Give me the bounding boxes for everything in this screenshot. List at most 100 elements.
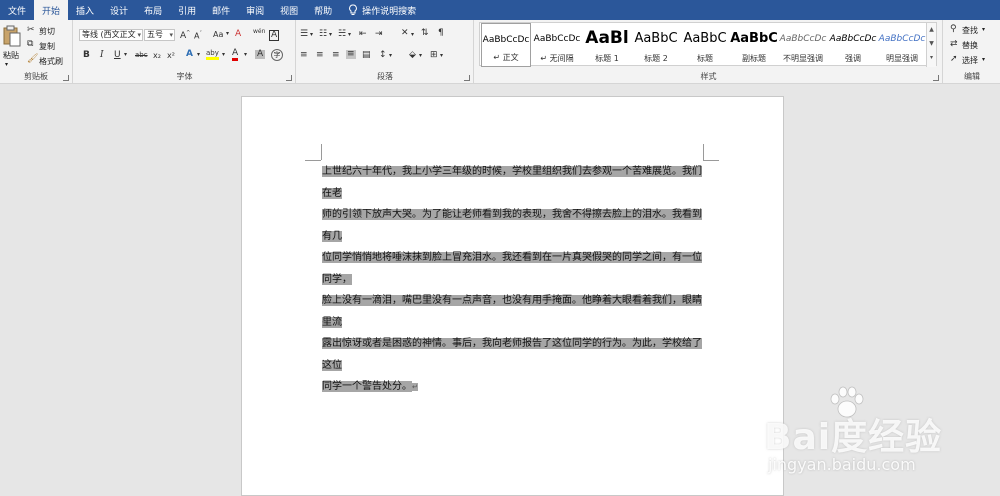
paste-icon[interactable]	[3, 25, 21, 47]
paste-button[interactable]: 粘贴	[3, 50, 19, 61]
gallery-up-icon[interactable]: ▲	[927, 23, 936, 37]
style-subtle-emphasis[interactable]: AaBbCcDc 不明显强调	[778, 23, 828, 67]
underline-dropdown-icon[interactable]: ▾	[124, 52, 127, 58]
select-button[interactable]: 选择	[962, 55, 978, 66]
distributed-icon[interactable]: ▤	[362, 51, 371, 60]
format-painter-button[interactable]: 格式刷	[39, 56, 63, 67]
change-case-button[interactable]: Aa	[213, 31, 223, 39]
shrink-font-icon[interactable]: Aˇ	[194, 32, 202, 41]
text-effects-icon[interactable]: A	[186, 50, 193, 59]
style-heading-1[interactable]: AaBl 标题 1	[582, 23, 632, 67]
ribbon: 粘贴 ▾ ✂ 剪切 ⧉ 复制 🖌 格式刷 剪贴板 等线 (西文正文 五号 A^ …	[0, 20, 1000, 84]
selected-text[interactable]: 同学一个警告处分。	[322, 381, 412, 392]
tab-references[interactable]: 引用	[170, 0, 204, 20]
selected-text[interactable]: 位同学悄悄地将唾沫抹到脸上冒充泪水。我还看到在一片真哭假哭的同学之间，有一位同学…	[322, 252, 702, 285]
tab-mailings[interactable]: 邮件	[204, 0, 238, 20]
copy-icon: ⧉	[27, 39, 34, 49]
italic-button[interactable]: I	[100, 51, 104, 60]
style-normal[interactable]: AaBbCcDc ↵ 正文	[481, 23, 531, 67]
tell-me-search[interactable]: 操作说明搜索	[340, 0, 424, 20]
tab-file[interactable]: 文件	[0, 0, 34, 20]
styles-group-label: 样式	[700, 72, 717, 81]
style-heading-2[interactable]: AaBbC 标题 2	[631, 23, 681, 67]
tab-insert[interactable]: 插入	[68, 0, 102, 20]
multilevel-list-icon[interactable]: ☵	[338, 30, 346, 39]
style-title[interactable]: AaBbC 标题	[680, 23, 730, 67]
subscript-button[interactable]: x₂	[153, 52, 161, 60]
chinese-layout-dropdown-icon[interactable]: ▾	[411, 32, 414, 38]
font-color-button[interactable]: A	[232, 49, 239, 61]
numbering-dropdown-icon[interactable]: ▾	[329, 32, 332, 38]
line-spacing-icon[interactable]: ↕	[379, 51, 387, 60]
font-launcher-icon[interactable]	[286, 75, 292, 81]
find-dropdown-icon[interactable]: ▾	[982, 26, 985, 33]
decrease-indent-icon[interactable]: ⇤	[359, 30, 367, 39]
tab-review[interactable]: 审阅	[238, 0, 272, 20]
borders-dropdown-icon[interactable]: ▾	[440, 53, 443, 59]
style-no-spacing[interactable]: AaBbCcDc ↵ 无间隔	[532, 23, 582, 67]
gallery-more-icon[interactable]: ▾	[927, 51, 936, 65]
tab-layout[interactable]: 布局	[136, 0, 170, 20]
selected-text[interactable]: 上世纪六十年代，我上小学三年级的时候，学校里组织我们去参观一个苦难展览。我们在老	[322, 166, 702, 199]
selected-text[interactable]: 师的引领下放声大哭。为了能让老师看到我的表现，我舍不得擦去脸上的泪水。我看到有几	[322, 209, 702, 242]
show-marks-icon[interactable]: ¶	[438, 29, 444, 38]
bullets-icon[interactable]: ☰	[300, 30, 308, 39]
clear-formatting-icon[interactable]: A	[235, 30, 241, 39]
editing-group-label: 编辑	[964, 72, 980, 81]
font-name-combo[interactable]: 等线 (西文正文	[79, 29, 143, 41]
paragraph-group: ☰ ▾ ☷ ▾ ☵ ▾ ⇤ ⇥ ✕ ▾ ⇅ ¶ ≡ ≡ ≡ ≡ ▤ ↕ ▾ ⬙ …	[297, 20, 474, 84]
replace-button[interactable]: 替换	[962, 40, 978, 51]
change-case-dropdown-icon[interactable]: ▾	[226, 31, 229, 37]
style-emphasis[interactable]: AaBbCcDc 强调	[828, 23, 878, 67]
phonetic-guide-button[interactable]: wén	[253, 29, 265, 35]
superscript-button[interactable]: x²	[167, 52, 175, 60]
bullets-dropdown-icon[interactable]: ▾	[310, 32, 313, 38]
text-effects-dropdown-icon[interactable]: ▾	[197, 52, 200, 58]
selected-text[interactable]: 脸上没有一滴泪，嘴巴里没有一点声音，也没有用手掩面。他睁着大眼看着我们，眼睛里流	[322, 295, 702, 328]
line-spacing-dropdown-icon[interactable]: ▾	[389, 53, 392, 59]
underline-button[interactable]: U	[114, 51, 121, 60]
selected-text[interactable]: 露出惊讶或者是困惑的神情。事后，我向老师报告了这位同学的行为。为此，学校给了这位	[322, 338, 702, 371]
enclose-characters-button[interactable]: 字	[271, 49, 283, 61]
find-button[interactable]: 查找	[962, 25, 978, 36]
gallery-scrollbar[interactable]: ▲ ▼ ▾	[926, 23, 936, 67]
select-dropdown-icon[interactable]: ▾	[982, 56, 985, 63]
justify-icon[interactable]: ≡	[346, 50, 356, 59]
paste-dropdown-icon[interactable]: ▾	[5, 61, 8, 68]
align-right-icon[interactable]: ≡	[332, 51, 340, 60]
font-size-combo[interactable]: 五号	[144, 29, 175, 41]
grow-font-icon[interactable]: A^	[180, 31, 190, 41]
character-shading-button[interactable]: A	[255, 50, 266, 59]
shading-icon[interactable]: ⬙	[409, 51, 416, 60]
style-intense-emphasis[interactable]: AaBbCcDc 明显强调	[877, 23, 927, 67]
align-center-icon[interactable]: ≡	[316, 51, 324, 60]
tab-view[interactable]: 视图	[272, 0, 306, 20]
align-left-icon[interactable]: ≡	[300, 51, 308, 60]
clipboard-launcher-icon[interactable]	[63, 75, 69, 81]
highlight-button[interactable]: aby	[206, 50, 219, 60]
numbering-icon[interactable]: ☷	[319, 30, 327, 39]
shading-dropdown-icon[interactable]: ▾	[419, 53, 422, 59]
paragraph-launcher-icon[interactable]	[464, 75, 470, 81]
sort-icon[interactable]: ⇅	[421, 29, 429, 38]
clipboard-group-label: 剪贴板	[24, 72, 48, 81]
chinese-layout-icon[interactable]: ✕	[401, 29, 409, 38]
character-border-button[interactable]: A	[269, 30, 280, 41]
strikethrough-button[interactable]: abc	[135, 52, 148, 59]
document-paragraph[interactable]: 上世纪六十年代，我上小学三年级的时候，学校里组织我们去参观一个苦难展览。我们在老…	[322, 161, 705, 399]
tab-help[interactable]: 帮助	[306, 0, 340, 20]
cut-button[interactable]: 剪切	[39, 26, 55, 37]
borders-icon[interactable]: ⊞	[430, 51, 438, 60]
tab-home[interactable]: 开始	[34, 0, 69, 20]
gallery-down-icon[interactable]: ▼	[927, 37, 936, 51]
font-color-dropdown-icon[interactable]: ▾	[244, 52, 247, 58]
style-subtitle[interactable]: AaBbC 副标题	[729, 23, 779, 67]
highlight-dropdown-icon[interactable]: ▾	[222, 52, 225, 58]
ribbon-tab-bar: 文件 开始 插入 设计 布局 引用 邮件 审阅 视图 帮助 操作说明搜索	[0, 0, 1000, 20]
tab-design[interactable]: 设计	[102, 0, 136, 20]
styles-launcher-icon[interactable]	[933, 75, 939, 81]
bold-button[interactable]: B	[83, 51, 90, 60]
multilevel-dropdown-icon[interactable]: ▾	[348, 32, 351, 38]
copy-button[interactable]: 复制	[39, 41, 55, 52]
increase-indent-icon[interactable]: ⇥	[375, 30, 383, 39]
